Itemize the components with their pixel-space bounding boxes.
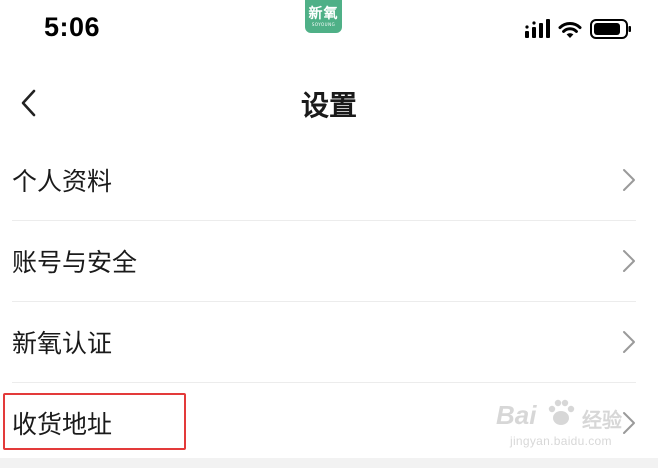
- chevron-right-icon: [623, 412, 635, 434]
- menu-item-shipping-address[interactable]: 收货地址: [3, 383, 636, 463]
- app-logo-subtext: SOYOUNG: [311, 21, 336, 27]
- menu-item-label: 新氧认证: [12, 329, 113, 358]
- bottom-divider: [0, 458, 658, 468]
- status-bar: 5:06 新氧 SOYOUNG: [0, 0, 658, 60]
- menu-item-certification[interactable]: 新氧认证: [12, 302, 636, 383]
- wifi-icon: [558, 21, 582, 38]
- chevron-right-icon: [623, 169, 635, 191]
- nav-bar: 设置: [0, 72, 658, 134]
- settings-menu: 个人资料 账号与安全 新氧认证 收货地址: [0, 140, 658, 463]
- menu-item-label: 个人资料: [12, 167, 113, 196]
- menu-item-profile[interactable]: 个人资料: [12, 140, 636, 221]
- app-logo: 新氧 SOYOUNG: [305, 0, 342, 33]
- chevron-right-icon: [623, 331, 635, 353]
- chevron-right-icon: [623, 250, 635, 272]
- status-time: 5:06: [44, 12, 101, 42]
- menu-item-label: 账号与安全: [12, 248, 138, 277]
- menu-item-account-security[interactable]: 账号与安全: [12, 221, 636, 302]
- app-logo-text: 新氧: [308, 5, 339, 22]
- menu-item-label: 收货地址: [12, 410, 113, 439]
- cellular-signal-icon: [525, 19, 550, 38]
- page-title: 设置: [300, 89, 357, 122]
- status-icons: [524, 18, 632, 40]
- battery-icon: [590, 19, 631, 39]
